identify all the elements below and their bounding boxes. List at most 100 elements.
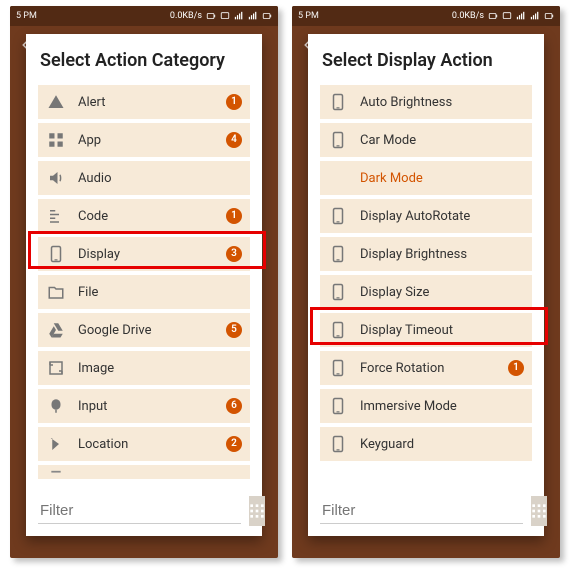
list-item[interactable]: File [38, 275, 250, 309]
sim-icon [502, 11, 512, 21]
display-icon [328, 396, 348, 416]
display-icon [328, 282, 348, 302]
input-icon [46, 396, 66, 416]
list-item-label: Immersive Mode [360, 399, 524, 414]
list-item-label: Google Drive [78, 323, 214, 338]
file-icon [46, 282, 66, 302]
list-item-label: Audio [78, 171, 242, 186]
status-time: 5 PM [298, 11, 319, 21]
selection-dialog: Select Action Category Alert 1 App 4 Audio Cod… [26, 34, 262, 536]
status-net-rate: 0.0KB/s [170, 11, 202, 21]
status-time: 5 PM [16, 11, 37, 21]
status-bar: 5 PM 0.0KB/s [10, 6, 278, 26]
list-item[interactable]: Display AutoRotate [320, 199, 532, 233]
count-badge: 1 [508, 360, 524, 376]
list-item-label: Car Mode [360, 133, 524, 148]
option-list[interactable]: Auto Brightness Car Mode Dark Mode Display … [320, 85, 532, 488]
list-item[interactable]: Car Mode [320, 123, 532, 157]
status-bar: 5 PM 0.0KB/s [292, 6, 560, 26]
filter-row [320, 496, 532, 526]
list-item[interactable]: Display 3 [38, 237, 250, 271]
image-icon [46, 358, 66, 378]
count-badge: 5 [226, 322, 242, 338]
list-item[interactable]: Input 6 [38, 389, 250, 423]
list-item[interactable]: Display Brightness [320, 237, 532, 271]
status-net-rate: 0.0KB/s [452, 11, 484, 21]
list-item-label: Display [78, 247, 214, 262]
sim-icon [220, 11, 230, 21]
list-item-label: Keyguard [360, 437, 524, 452]
grid-icon [531, 503, 547, 519]
list-item-label: App [78, 133, 214, 148]
dialog-title: Select Display Action [322, 50, 530, 71]
display-icon [328, 244, 348, 264]
display-icon [328, 434, 348, 454]
grid-view-button[interactable] [249, 496, 265, 526]
list-item-label: Input [78, 399, 214, 414]
list-item-label: Display Size [360, 285, 524, 300]
display-icon [328, 92, 348, 112]
display-icon [328, 320, 348, 340]
code-icon [46, 206, 66, 226]
list-item[interactable]: Display Timeout [320, 313, 532, 347]
list-item-label: Force Rotation [360, 361, 496, 376]
signal-icon [234, 11, 244, 21]
signal-icon [248, 11, 258, 21]
count-badge: 1 [226, 208, 242, 224]
gdrive-icon [46, 320, 66, 340]
filter-row [38, 496, 250, 526]
list-item[interactable]: Immersive Mode [320, 389, 532, 423]
alert-icon [46, 92, 66, 112]
list-item[interactable]: Display Size [320, 275, 532, 309]
list-item[interactable]: Auto Brightness [320, 85, 532, 119]
selection-dialog: Select Display Action Auto Brightness Car … [308, 34, 544, 536]
list-item[interactable]: App 4 [38, 123, 250, 157]
list-item[interactable]: Dark Mode [320, 161, 532, 195]
list-item-label: Alert [78, 95, 214, 110]
list-item-label: Display AutoRotate [360, 209, 524, 224]
display-icon [328, 358, 348, 378]
list-item[interactable]: Location2 [38, 427, 250, 461]
display-icon [46, 244, 66, 264]
list-item[interactable]: Alert 1 [38, 85, 250, 119]
count-badge: 6 [226, 398, 242, 414]
list-item[interactable]: Google Drive 5 [38, 313, 250, 347]
count-badge: 1 [226, 94, 242, 110]
list-item-label: Display Brightness [360, 247, 524, 262]
dialog-title: Select Action Category [40, 50, 248, 71]
phone-screen-0: 5 PM0.0KB/sSelect Action CategoryAlert1A… [10, 6, 278, 558]
battery-icon [206, 11, 216, 21]
app-icon [46, 130, 66, 150]
list-item-label: Auto Brightness [360, 95, 524, 110]
battery-icon [544, 11, 554, 21]
location-icon [46, 434, 66, 454]
list-item[interactable]: Code 1 [38, 199, 250, 233]
phone-screen-1: 5 PM 0.0KB/s Select Display Action Auto Bri… [292, 6, 560, 558]
list-item-label: Code [78, 209, 214, 224]
list-item[interactable]: Audio [38, 161, 250, 195]
count-badge: 4 [226, 132, 242, 148]
battery-icon [262, 11, 272, 21]
list-item-label: Display Timeout [360, 323, 524, 338]
list-item[interactable]: Image [38, 351, 250, 385]
status-indicators: 0.0KB/s [452, 11, 554, 21]
status-indicators: 0.0KB/s [170, 11, 272, 21]
battery-icon [488, 11, 498, 21]
list-item-label: Image [78, 361, 242, 376]
audio-icon [46, 168, 66, 188]
list-item-label: Location [78, 437, 214, 452]
list-item-label: File [78, 285, 242, 300]
grid-view-button[interactable] [531, 496, 547, 526]
filter-input[interactable] [38, 498, 241, 524]
grid-icon [249, 503, 265, 519]
list-item[interactable]: Force Rotation 1 [320, 351, 532, 385]
option-list[interactable]: Alert 1 App 4 Audio Code 1 Display 3 File Google D… [38, 85, 250, 488]
display-icon [328, 130, 348, 150]
list-item[interactable]: Keyguard [320, 427, 532, 461]
signal-icon [516, 11, 526, 21]
list-item-partial[interactable] [38, 465, 250, 479]
filter-input[interactable] [320, 498, 523, 524]
count-badge: 3 [226, 246, 242, 262]
signal-icon [530, 11, 540, 21]
display-icon [328, 206, 348, 226]
